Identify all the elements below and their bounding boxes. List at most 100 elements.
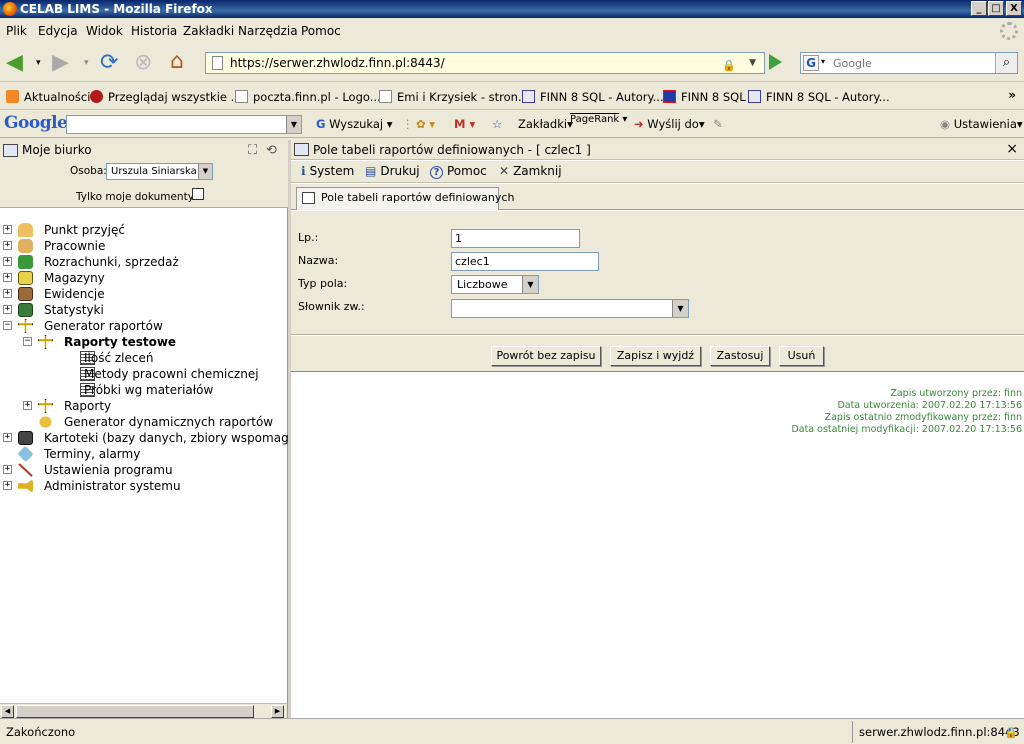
expand-icon[interactable]: + xyxy=(3,273,12,282)
settings-button[interactable]: ◉ Ustawienia▾ xyxy=(940,117,1023,131)
menu-narzedzia[interactable]: Narzędzia xyxy=(238,24,298,38)
back-arrow-icon[interactable]: ◀ xyxy=(6,50,23,76)
bookmark-finn-autory-2[interactable]: FINN 8 SQL - Autory... xyxy=(748,90,890,104)
tylko-checkbox[interactable] xyxy=(192,188,204,200)
star-icon[interactable]: ☆ xyxy=(492,117,502,131)
slownik-select[interactable]: ▼ xyxy=(451,299,689,318)
scroll-thumb[interactable] xyxy=(16,705,254,718)
refresh-icon[interactable]: ⟲ xyxy=(266,143,277,158)
google-logo[interactable]: Google xyxy=(4,113,68,133)
osoba-select[interactable]: Urszula Siniarska ▼ xyxy=(106,163,213,180)
typ-pola-select[interactable]: Liczbowe ▼ xyxy=(451,275,539,294)
lock-icon[interactable]: 🔒 xyxy=(722,56,736,76)
tree-item[interactable]: − Generator raportów xyxy=(0,318,288,334)
expand-icon[interactable]: + xyxy=(23,401,32,410)
collapse-icon[interactable]: ⛶ xyxy=(248,143,257,158)
menu-widok[interactable]: Widok xyxy=(86,24,123,38)
engine-dropdown-icon[interactable]: ▾ xyxy=(821,57,825,66)
tree-item[interactable]: + Statystyki xyxy=(0,302,288,318)
lock-icon[interactable]: 🔒 xyxy=(1004,722,1018,744)
forward-arrow-icon[interactable]: ▶ xyxy=(52,50,69,76)
expand-icon[interactable]: + xyxy=(3,241,12,250)
help-button[interactable]: ? Pomoc xyxy=(430,164,487,179)
back-history-dropdown[interactable]: ▾ xyxy=(36,50,41,76)
tree-item[interactable]: Próbki wg materiałów xyxy=(0,382,288,398)
menu-edycja[interactable]: Edycja xyxy=(38,24,78,38)
pencil-icon[interactable]: ✎ xyxy=(713,117,723,131)
search-box[interactable]: G ▾ ⌕ xyxy=(800,52,1018,74)
stop-icon[interactable]: ⊗ xyxy=(134,50,152,76)
google-search-button[interactable]: G Wyszukaj ▾ xyxy=(316,117,393,131)
lp-input[interactable]: 1 xyxy=(451,229,580,248)
expand-icon[interactable]: + xyxy=(3,305,12,314)
tree-item[interactable]: + Ustawienia programu xyxy=(0,462,288,478)
bookmarks-menu-button[interactable]: Zakładki▾ xyxy=(518,117,573,131)
pagerank-indicator[interactable]: PageRank ▾ xyxy=(570,114,627,125)
tree-item[interactable]: + Magazyny xyxy=(0,270,288,286)
bookmark-poczta[interactable]: poczta.finn.pl - Logo... xyxy=(235,90,381,104)
url-bar[interactable]: https://serwer.zhwlodz.finn.pl:8443/ 🔒 ▼ xyxy=(205,52,765,74)
minimize-button[interactable]: _ xyxy=(971,1,987,16)
close-window-button[interactable]: X xyxy=(1006,1,1022,16)
bookmark-finn-autory-1[interactable]: FINN 8 SQL - Autory... xyxy=(522,90,664,104)
chevron-down-icon[interactable]: ▼ xyxy=(522,276,538,293)
home-icon[interactable]: ⌂ xyxy=(170,49,184,75)
url-dropdown-icon[interactable]: ▼ xyxy=(749,53,756,73)
collapse-icon[interactable]: − xyxy=(3,321,12,330)
menu-pomoc[interactable]: Pomoc xyxy=(301,24,341,38)
nazwa-input[interactable]: czlec1 xyxy=(451,252,599,271)
tree-item[interactable]: + Rozrachunki, sprzedaż xyxy=(0,254,288,270)
google-engine-icon[interactable]: G xyxy=(803,55,819,71)
google-toolbar-search-input[interactable]: ▼ xyxy=(66,115,302,134)
chevron-down-icon[interactable]: ▼ xyxy=(672,300,688,317)
menu-plik[interactable]: Plik xyxy=(6,24,27,38)
bookmark-aktualnosci[interactable]: Aktualności xyxy=(6,90,90,104)
send-to-button[interactable]: ➜ Wyślij do▾ xyxy=(634,117,705,131)
bookmark-finn-sql[interactable]: FINN 8 SQL xyxy=(663,90,746,104)
collapse-icon[interactable]: − xyxy=(23,337,32,346)
maximize-button[interactable]: □ xyxy=(988,1,1004,16)
zastosuj-button[interactable]: Zastosuj xyxy=(710,346,770,366)
zamknij-button[interactable]: ✕ Zamknij xyxy=(499,164,562,178)
go-button[interactable] xyxy=(769,54,782,70)
expand-icon[interactable]: + xyxy=(3,225,12,234)
expand-icon[interactable]: + xyxy=(3,433,12,442)
print-button[interactable]: ▤ Drukuj xyxy=(365,164,420,178)
magnifier-icon[interactable]: ⌕ xyxy=(995,53,1017,73)
zapisz-i-wyjdz-button[interactable]: Zapisz i wyjdź xyxy=(610,346,701,366)
bookmarks-overflow-button[interactable]: » xyxy=(1008,88,1016,102)
tree-item[interactable]: + Raporty xyxy=(0,398,288,414)
usun-button[interactable]: Usuń xyxy=(779,346,824,366)
chevron-down-icon[interactable]: ▼ xyxy=(286,116,301,133)
puzzle-icon[interactable]: ✿ ▾ xyxy=(416,117,435,131)
bookmark-emi[interactable]: Emi i Krzysiek - stron... xyxy=(379,90,529,104)
tree-item[interactable]: − Raporty testowe xyxy=(0,334,288,350)
tree-item[interactable]: + Ewidencje xyxy=(0,286,288,302)
tree-item[interactable]: Ilość zleceń xyxy=(0,350,288,366)
expand-icon[interactable]: + xyxy=(3,465,12,474)
expand-icon[interactable]: + xyxy=(3,481,12,490)
tree-item[interactable]: Generator dynamicznych raportów xyxy=(0,414,288,430)
tree-item[interactable]: Metody pracowni chemicznej xyxy=(0,366,288,382)
system-button[interactable]: ℹ System xyxy=(301,164,354,178)
bookmark-przegladaj[interactable]: Przeglądaj wszystkie ... xyxy=(90,90,242,104)
horizontal-scrollbar[interactable]: ◀ ▶ xyxy=(0,703,287,718)
scroll-left-icon[interactable]: ◀ xyxy=(1,705,14,718)
tree-item[interactable]: + Pracownie xyxy=(0,238,288,254)
tree-item[interactable]: + Kartoteki (bazy danych, zbiory wspomaga… xyxy=(0,430,313,446)
reload-icon[interactable]: ⟳ xyxy=(100,50,118,76)
close-panel-button[interactable]: × xyxy=(1006,141,1018,157)
gmail-icon[interactable]: M ▾ xyxy=(454,117,475,131)
menu-historia[interactable]: Historia xyxy=(131,24,177,38)
expand-icon[interactable]: + xyxy=(3,257,12,266)
tab-pole-tabeli[interactable]: Pole tabeli raportów definiowanych xyxy=(296,187,514,210)
forward-history-dropdown[interactable]: ▾ xyxy=(84,50,89,76)
tree-item[interactable]: Terminy, alarmy xyxy=(0,445,288,463)
tree-item[interactable]: + Punkt przyjęć xyxy=(0,222,288,238)
scroll-right-icon[interactable]: ▶ xyxy=(271,705,284,718)
expand-icon[interactable]: + xyxy=(3,289,12,298)
menu-zakladki[interactable]: Zakładki xyxy=(183,24,234,38)
tree-item[interactable]: + Administrator systemu xyxy=(0,478,288,494)
search-input[interactable] xyxy=(831,54,991,72)
chevron-down-icon[interactable]: ▼ xyxy=(198,164,212,179)
